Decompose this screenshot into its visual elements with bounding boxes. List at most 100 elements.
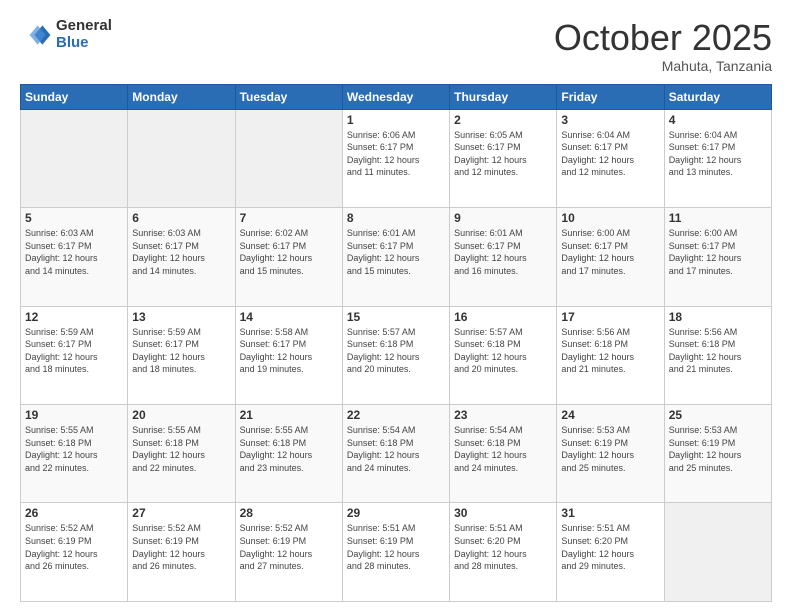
day-info: Sunrise: 5:58 AM Sunset: 6:17 PM Dayligh… xyxy=(240,326,338,376)
table-row: 31Sunrise: 5:51 AM Sunset: 6:20 PM Dayli… xyxy=(557,503,664,602)
day-number: 1 xyxy=(347,113,445,127)
day-number: 16 xyxy=(454,310,552,324)
day-number: 12 xyxy=(25,310,123,324)
day-info: Sunrise: 6:01 AM Sunset: 6:17 PM Dayligh… xyxy=(347,227,445,277)
calendar-week-1: 1 Sunrise: 6:06 AM Sunset: 6:17 PM Daylig… xyxy=(21,109,772,207)
day-number: 28 xyxy=(240,506,338,520)
header-saturday: Saturday xyxy=(664,84,771,109)
day-number: 21 xyxy=(240,408,338,422)
logo-text: General Blue xyxy=(56,18,112,51)
location: Mahuta, Tanzania xyxy=(554,58,772,74)
calendar-week-4: 19 Sunrise: 5:55 AM Sunset: 6:18 PM Dayli… xyxy=(21,405,772,503)
table-row: 5Sunrise: 6:03 AM Sunset: 6:17 PM Daylig… xyxy=(21,208,128,306)
header-wednesday: Wednesday xyxy=(342,84,449,109)
table-row: 19 Sunrise: 5:55 AM Sunset: 6:18 PM Dayli… xyxy=(21,405,128,503)
logo-blue-text: Blue xyxy=(56,35,112,52)
table-row: 21 Sunrise: 5:55 AM Sunset: 6:18 PM Dayli… xyxy=(235,405,342,503)
day-info: Sunrise: 5:59 AM Sunset: 6:17 PM Dayligh… xyxy=(132,326,230,376)
table-row: 2Sunrise: 6:05 AM Sunset: 6:17 PM Daylig… xyxy=(450,109,557,207)
day-info: Sunrise: 5:57 AM Sunset: 6:18 PM Dayligh… xyxy=(454,326,552,376)
day-number: 23 xyxy=(454,408,552,422)
day-number: 19 xyxy=(25,408,123,422)
day-info: Sunrise: 5:55 AM Sunset: 6:18 PM Dayligh… xyxy=(132,424,230,474)
table-row: 16 Sunrise: 5:57 AM Sunset: 6:18 PM Dayli… xyxy=(450,306,557,404)
table-row: 18Sunrise: 5:56 AM Sunset: 6:18 PM Dayli… xyxy=(664,306,771,404)
table-row: 23 Sunrise: 5:54 AM Sunset: 6:18 PM Dayli… xyxy=(450,405,557,503)
table-row: 25Sunrise: 5:53 AM Sunset: 6:19 PM Dayli… xyxy=(664,405,771,503)
table-row: 13 Sunrise: 5:59 AM Sunset: 6:17 PM Dayli… xyxy=(128,306,235,404)
day-number: 18 xyxy=(669,310,767,324)
page: General Blue October 2025 Mahuta, Tanzan… xyxy=(0,0,792,612)
table-row: 17 Sunrise: 5:56 AM Sunset: 6:18 PM Dayli… xyxy=(557,306,664,404)
day-number: 25 xyxy=(669,408,767,422)
day-info: Sunrise: 5:52 AM Sunset: 6:19 PM Dayligh… xyxy=(132,522,230,572)
day-info: Sunrise: 6:01 AM Sunset: 6:17 PM Dayligh… xyxy=(454,227,552,277)
month-title: October 2025 xyxy=(554,18,772,58)
day-number: 14 xyxy=(240,310,338,324)
day-info: Sunrise: 6:02 AM Sunset: 6:17 PM Dayligh… xyxy=(240,227,338,277)
table-row: 3 Sunrise: 6:04 AM Sunset: 6:17 PM Daylig… xyxy=(557,109,664,207)
title-area: October 2025 Mahuta, Tanzania xyxy=(554,18,772,74)
logo-icon xyxy=(20,19,52,51)
day-info: Sunrise: 5:54 AM Sunset: 6:18 PM Dayligh… xyxy=(347,424,445,474)
table-row: 1 Sunrise: 6:06 AM Sunset: 6:17 PM Daylig… xyxy=(342,109,449,207)
day-info: Sunrise: 6:00 AM Sunset: 6:17 PM Dayligh… xyxy=(561,227,659,277)
day-info: Sunrise: 6:06 AM Sunset: 6:17 PM Dayligh… xyxy=(347,129,445,179)
header-sunday: Sunday xyxy=(21,84,128,109)
header-friday: Friday xyxy=(557,84,664,109)
calendar-week-3: 12 Sunrise: 5:59 AM Sunset: 6:17 PM Dayli… xyxy=(21,306,772,404)
day-info: Sunrise: 5:55 AM Sunset: 6:18 PM Dayligh… xyxy=(240,424,338,474)
table-row: 7 Sunrise: 6:02 AM Sunset: 6:17 PM Daylig… xyxy=(235,208,342,306)
table-row: 30 Sunrise: 5:51 AM Sunset: 6:20 PM Dayli… xyxy=(450,503,557,602)
day-info: Sunrise: 6:04 AM Sunset: 6:17 PM Dayligh… xyxy=(561,129,659,179)
day-number: 29 xyxy=(347,506,445,520)
day-number: 24 xyxy=(561,408,659,422)
table-row: 8Sunrise: 6:01 AM Sunset: 6:17 PM Daylig… xyxy=(342,208,449,306)
day-info: Sunrise: 5:55 AM Sunset: 6:18 PM Dayligh… xyxy=(25,424,123,474)
day-number: 6 xyxy=(132,211,230,225)
day-number: 26 xyxy=(25,506,123,520)
table-row: 10 Sunrise: 6:00 AM Sunset: 6:17 PM Dayli… xyxy=(557,208,664,306)
day-number: 5 xyxy=(25,211,123,225)
day-number: 3 xyxy=(561,113,659,127)
table-row: 12 Sunrise: 5:59 AM Sunset: 6:17 PM Dayli… xyxy=(21,306,128,404)
table-row xyxy=(128,109,235,207)
day-info: Sunrise: 5:52 AM Sunset: 6:19 PM Dayligh… xyxy=(25,522,123,572)
day-info: Sunrise: 5:57 AM Sunset: 6:18 PM Dayligh… xyxy=(347,326,445,376)
day-number: 27 xyxy=(132,506,230,520)
day-info: Sunrise: 5:51 AM Sunset: 6:19 PM Dayligh… xyxy=(347,522,445,572)
day-number: 22 xyxy=(347,408,445,422)
day-number: 31 xyxy=(561,506,659,520)
table-row: 20Sunrise: 5:55 AM Sunset: 6:18 PM Dayli… xyxy=(128,405,235,503)
table-row: 9Sunrise: 6:01 AM Sunset: 6:17 PM Daylig… xyxy=(450,208,557,306)
header-monday: Monday xyxy=(128,84,235,109)
table-row: 27 Sunrise: 5:52 AM Sunset: 6:19 PM Dayli… xyxy=(128,503,235,602)
table-row: 28 Sunrise: 5:52 AM Sunset: 6:19 PM Dayli… xyxy=(235,503,342,602)
day-info: Sunrise: 5:53 AM Sunset: 6:19 PM Dayligh… xyxy=(561,424,659,474)
calendar-table: Sunday Monday Tuesday Wednesday Thursday… xyxy=(20,84,772,602)
day-info: Sunrise: 6:05 AM Sunset: 6:17 PM Dayligh… xyxy=(454,129,552,179)
table-row: 24 Sunrise: 5:53 AM Sunset: 6:19 PM Dayli… xyxy=(557,405,664,503)
header-tuesday: Tuesday xyxy=(235,84,342,109)
calendar-week-5: 26 Sunrise: 5:52 AM Sunset: 6:19 PM Dayli… xyxy=(21,503,772,602)
header: General Blue October 2025 Mahuta, Tanzan… xyxy=(20,18,772,74)
day-number: 13 xyxy=(132,310,230,324)
table-row xyxy=(664,503,771,602)
day-number: 4 xyxy=(669,113,767,127)
day-number: 7 xyxy=(240,211,338,225)
day-info: Sunrise: 5:56 AM Sunset: 6:18 PM Dayligh… xyxy=(561,326,659,376)
table-row: 4Sunrise: 6:04 AM Sunset: 6:17 PM Daylig… xyxy=(664,109,771,207)
day-info: Sunrise: 5:52 AM Sunset: 6:19 PM Dayligh… xyxy=(240,522,338,572)
header-thursday: Thursday xyxy=(450,84,557,109)
day-number: 10 xyxy=(561,211,659,225)
table-row: 6Sunrise: 6:03 AM Sunset: 6:17 PM Daylig… xyxy=(128,208,235,306)
day-info: Sunrise: 5:51 AM Sunset: 6:20 PM Dayligh… xyxy=(454,522,552,572)
day-info: Sunrise: 5:54 AM Sunset: 6:18 PM Dayligh… xyxy=(454,424,552,474)
logo-general-text: General xyxy=(56,18,112,35)
day-number: 17 xyxy=(561,310,659,324)
table-row: 14 Sunrise: 5:58 AM Sunset: 6:17 PM Dayli… xyxy=(235,306,342,404)
day-number: 15 xyxy=(347,310,445,324)
table-row: 15 Sunrise: 5:57 AM Sunset: 6:18 PM Dayli… xyxy=(342,306,449,404)
day-number: 30 xyxy=(454,506,552,520)
day-info: Sunrise: 5:59 AM Sunset: 6:17 PM Dayligh… xyxy=(25,326,123,376)
